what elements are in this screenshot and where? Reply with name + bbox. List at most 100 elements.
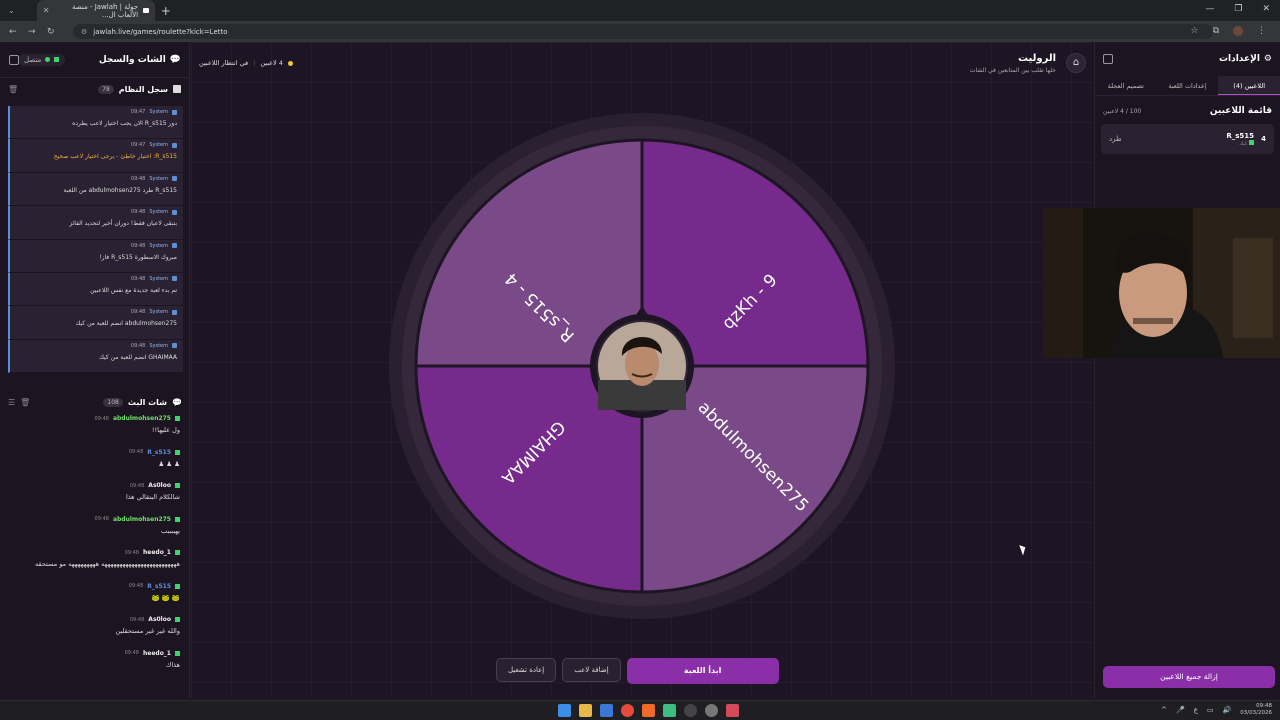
- site-info-icon[interactable]: ⚙: [81, 28, 87, 36]
- system-icon: [172, 276, 177, 282]
- chat-username[interactable]: heedo_1: [143, 549, 171, 556]
- tab-title: جولة | Jawlah - منصة الألعاب ال...: [72, 2, 139, 19]
- github-icon[interactable]: [684, 704, 697, 717]
- system-log-header: سجل النظام 78 🗑: [0, 78, 189, 100]
- collapse-left-panel-icon[interactable]: [9, 55, 19, 65]
- log-time: 09:48: [130, 175, 146, 182]
- chat-username[interactable]: R_s515: [147, 583, 171, 590]
- profile-avatar[interactable]: [1233, 26, 1243, 36]
- live-chat-list[interactable]: abdulmohsen275 09:48 ول عليها!! R_s515 09:48…: [6, 412, 184, 698]
- address-bar-row: ← → ↻ ⚙ jawlah.live/games/roulette?kick=…: [0, 21, 1280, 42]
- chat-text: يهببببب: [160, 526, 180, 535]
- filter-icon[interactable]: ☰: [8, 398, 15, 407]
- chat-panel-title: 💬 الشات والسجل: [98, 54, 181, 65]
- system-icon: [172, 209, 177, 215]
- tab-search-icon[interactable]: ⌄: [8, 6, 15, 15]
- connection-status-badge: متصل: [18, 53, 66, 66]
- tab-players[interactable]: اللاعبين (4): [1218, 76, 1280, 95]
- chat-username[interactable]: R_s515: [147, 449, 171, 456]
- kick-icon: [54, 57, 60, 62]
- players-count: 4 لاعبين: [260, 59, 283, 67]
- forward-icon[interactable]: →: [28, 27, 38, 37]
- remove-all-players-button[interactable]: إزالة جميع اللاعبين: [1103, 666, 1275, 688]
- system-log-item: System 09:47 R_s515: اختيار خاطئ - يرجى اخ…: [8, 139, 183, 173]
- log-time: 09:47: [130, 109, 146, 115]
- log-message: دور R_s515 الان يجب اختيار لاعب يطرده: [72, 120, 177, 127]
- system-log-title: سجل النظام: [118, 84, 168, 94]
- tab-wheel-design[interactable]: تصميم العجلة: [1095, 76, 1157, 95]
- live-chat-header: 💬 شات البث 108 🗑 ☰: [0, 391, 190, 413]
- chat-time: 09:48: [129, 616, 145, 623]
- url-input[interactable]: ⚙ jawlah.live/games/roulette?kick=Letto: [73, 24, 1213, 39]
- chat-text: هههههههههههههههههههههههههه هههههههههه مو…: [35, 560, 180, 568]
- restart-button[interactable]: إعادة تشغيل: [496, 658, 557, 682]
- webcam-overlay: [1043, 208, 1280, 358]
- chat-username[interactable]: As0loo: [148, 616, 171, 623]
- start-game-button[interactable]: ابدأ اللعبة: [626, 658, 779, 684]
- system-log-list[interactable]: System 09:47 دور R_s515 الان يجب اختيار لا…: [8, 106, 183, 376]
- reload-icon[interactable]: ↻: [47, 27, 57, 37]
- system-log-item: System 09:48 تم بدء لعبة جديدة مع نفس اللا…: [8, 272, 183, 307]
- clear-chat-icon[interactable]: 🗑: [20, 398, 30, 407]
- close-tab-icon[interactable]: ✕: [43, 6, 50, 15]
- chat-message: heedo_1 09:48 هههههههههههههههههههههههههه ه…: [6, 546, 184, 580]
- tray-chevron-icon[interactable]: ^: [1161, 706, 1167, 714]
- clear-log-icon[interactable]: 🗑: [8, 85, 18, 94]
- bookmark-star-icon[interactable]: ☆: [1190, 26, 1198, 36]
- chat-username[interactable]: heedo_1: [143, 650, 171, 657]
- new-tab-button[interactable]: +: [161, 4, 171, 18]
- kick-player-button[interactable]: طرد: [1109, 135, 1122, 143]
- chrome-icon[interactable]: [621, 704, 634, 717]
- log-message: GHAIMAA انضم للعبة من كيك: [99, 353, 177, 361]
- app-icon-2[interactable]: [726, 704, 739, 717]
- clock[interactable]: 09:48 03/03/2026: [1240, 703, 1272, 717]
- menu-icon[interactable]: ⋮: [1257, 26, 1266, 36]
- language-indicator[interactable]: ع: [1194, 706, 1198, 714]
- log-message: abdulmohsen275 انضم للعبة من كيك: [75, 320, 177, 328]
- browser-tab[interactable]: جولة | Jawlah - منصة الألعاب ال... ✕: [36, 0, 155, 21]
- settings-panel: ⚙ الإعدادات اللاعبين (4) إعدادات اللعبة …: [1094, 42, 1280, 698]
- system-icon: [172, 343, 177, 349]
- log-sender: System: [149, 109, 168, 115]
- maximize-icon[interactable]: ❐: [1234, 4, 1242, 14]
- store-icon[interactable]: [600, 704, 613, 717]
- chat-username[interactable]: As0loo: [148, 482, 171, 489]
- roulette-wheel[interactable]: R_s515 - 4 qzKh - 9 abdulmohsen275 GHAIMAA: [388, 112, 896, 620]
- add-player-button[interactable]: إضافة لاعب: [562, 658, 621, 682]
- log-time: 09:48: [130, 209, 146, 216]
- page-title: الروليت: [1017, 53, 1056, 64]
- collapse-right-panel-icon[interactable]: [1103, 54, 1113, 64]
- live-chat-title: شات البث: [127, 397, 168, 407]
- player-number: 4: [1261, 135, 1266, 143]
- brave-icon[interactable]: [642, 704, 655, 717]
- chat-time: 09:48: [129, 482, 145, 489]
- kick-icon: [175, 583, 180, 589]
- system-log-item: System 09:48 بتبقى لاعبان فقط! دوران أخير …: [8, 206, 183, 240]
- file-explorer-icon[interactable]: [579, 704, 592, 717]
- chat-username[interactable]: abdulmohsen275: [113, 516, 171, 523]
- volume-icon[interactable]: 🔊: [1223, 706, 1232, 714]
- obs-icon[interactable]: [705, 704, 718, 717]
- extensions-icon[interactable]: ⧉: [1213, 26, 1219, 36]
- minimize-icon[interactable]: —: [1205, 4, 1214, 14]
- player-row: 4 R_s515 كيك طرد: [1101, 124, 1274, 154]
- system-icon: [172, 109, 177, 115]
- chat-text: شالكلام البتقالي هذا: [125, 493, 180, 501]
- log-sender: System: [149, 309, 168, 316]
- chat-message: heedo_1 09:48 هذاك: [6, 647, 184, 681]
- app-icon[interactable]: [663, 704, 676, 717]
- home-button[interactable]: ⌂: [1066, 53, 1086, 73]
- windows-start-icon[interactable]: [558, 704, 571, 717]
- close-window-icon[interactable]: ✕: [1262, 4, 1270, 14]
- kick-icon: [175, 483, 180, 488]
- kick-icon: [175, 617, 180, 622]
- network-icon[interactable]: ▭: [1207, 706, 1214, 714]
- live-chat-count: 108: [103, 397, 123, 407]
- tab-game-settings[interactable]: إعدادات اللعبة: [1157, 76, 1219, 95]
- microphone-icon[interactable]: 🎤: [1176, 706, 1185, 714]
- back-icon[interactable]: ←: [9, 27, 19, 37]
- chat-username[interactable]: abdulmohsen275: [113, 415, 171, 422]
- log-time: 09:48: [130, 275, 146, 282]
- chat-text: ول عليها!!: [151, 426, 180, 434]
- system-log-item: System 09:48 R_s515 طرد abdulmohsen275 من …: [8, 172, 183, 207]
